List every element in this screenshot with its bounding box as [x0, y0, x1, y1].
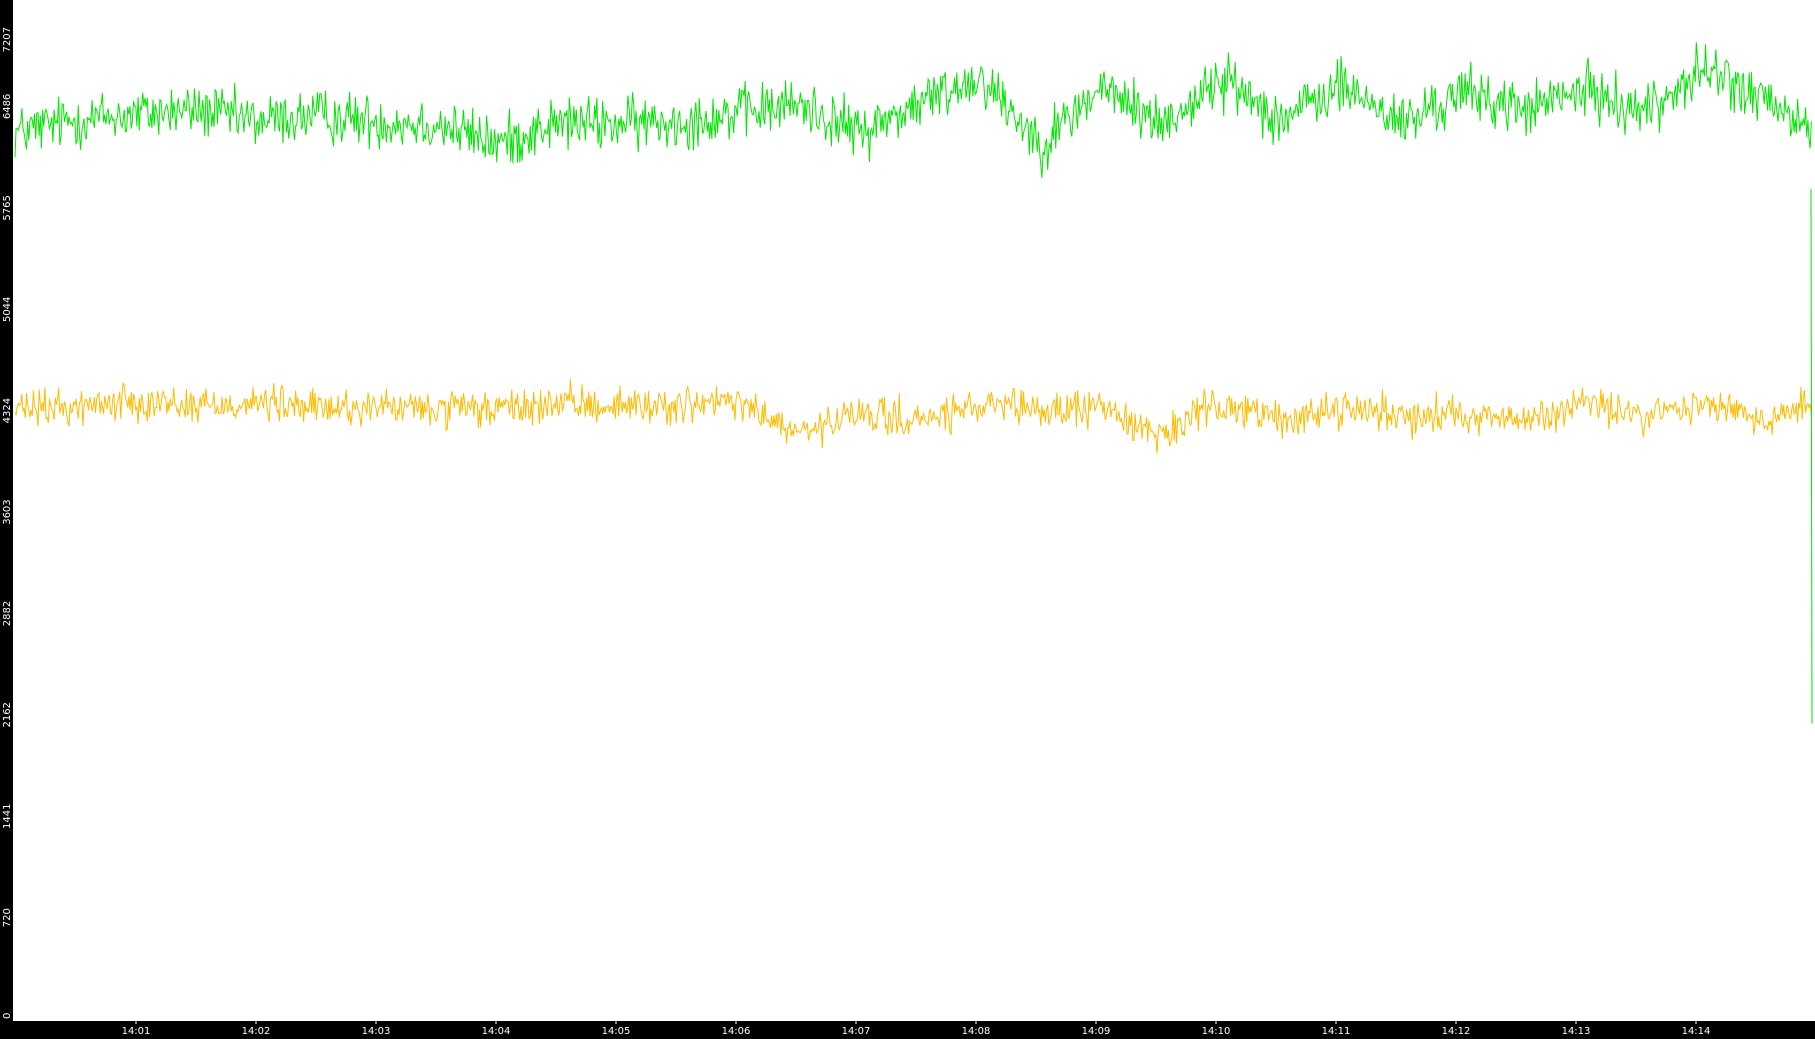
y-tick-label: 720	[2, 908, 13, 927]
y-tick-label: 6486	[2, 94, 13, 119]
x-tick-label: 14:07	[842, 1026, 871, 1037]
x-axis-bar	[0, 1021, 1815, 1039]
chart-canvas: 0 720 1441 2162 2882 3603 4324 5044 5765 6486 7207…	[0, 0, 1815, 1039]
series-line-0	[14, 42, 1812, 178]
x-tick-label: 14:06	[722, 1026, 751, 1037]
x-tick-label: 14:08	[962, 1026, 991, 1037]
x-tick-label: 14:04	[482, 1026, 511, 1037]
y-tick-label: 5765	[2, 195, 13, 220]
x-tick-label: 14:09	[1082, 1026, 1111, 1037]
x-tick-label: 14:02	[242, 1026, 271, 1037]
y-tick-label: 0	[2, 1013, 13, 1019]
y-tick-label: 3603	[2, 499, 13, 524]
x-tick-label: 14:11	[1322, 1026, 1351, 1037]
x-tick-label: 14:13	[1562, 1026, 1591, 1037]
line-chart: 0 720 1441 2162 2882 3603 4324 5044 5765 6486 7207…	[0, 0, 1815, 1039]
x-tick-label: 14:12	[1442, 1026, 1471, 1037]
x-tick-label: 14:01	[122, 1026, 151, 1037]
x-tick-label: 14:14	[1682, 1026, 1711, 1037]
series-layer	[14, 42, 1813, 724]
y-tick-label: 4324	[2, 398, 13, 423]
x-tick-label: 14:03	[362, 1026, 391, 1037]
y-tick-label: 2882	[2, 601, 13, 626]
y-tick-label: 5044	[2, 297, 13, 322]
y-tick-label: 1441	[2, 804, 13, 829]
y-tick-label: 7207	[2, 27, 13, 52]
y-tick-label: 2162	[2, 702, 13, 727]
x-tick-label: 14:05	[602, 1026, 631, 1037]
x-tick-label: 14:10	[1202, 1026, 1231, 1037]
series-line-0-tail	[1810, 188, 1813, 724]
series-line-1	[14, 379, 1812, 454]
